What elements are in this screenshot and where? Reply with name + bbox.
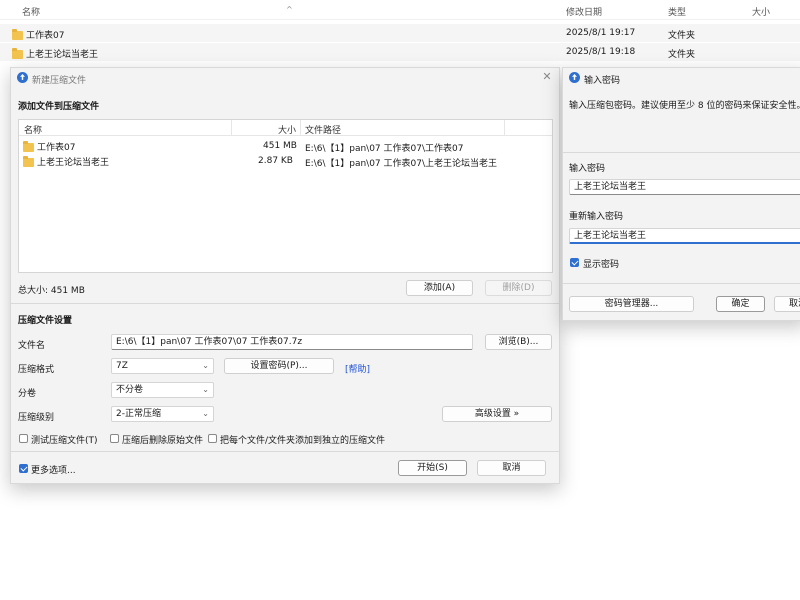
- format-label: 压缩格式: [18, 365, 55, 375]
- test-archive-checkbox[interactable]: [19, 434, 28, 443]
- file-size: 2.87 KB: [258, 156, 293, 166]
- level-select[interactable]: 2-正常压缩 ⌄: [111, 406, 214, 422]
- password-instruction: 输入压缩包密码。建议使用至少 8 位的密码来保证安全性。: [569, 101, 800, 111]
- dialog-title: 新建压缩文件: [32, 76, 87, 86]
- ok-button[interactable]: 确定: [716, 296, 765, 312]
- file-list[interactable]: 名称 大小 文件路径 工作表07 451 MB E:\6\【1】pan\07 工…: [18, 119, 553, 273]
- filename-label: 文件名: [18, 341, 46, 351]
- help-link[interactable]: [帮助]: [345, 362, 370, 375]
- list-col-path[interactable]: 文件路径: [305, 123, 341, 136]
- separate-archives-checkbox[interactable]: [208, 434, 217, 443]
- file-path: E:\6\【1】pan\07 工作表07\上老王论坛当老王: [305, 159, 497, 169]
- chevron-down-icon: ⌄: [202, 385, 209, 394]
- chevron-down-icon: ⌄: [202, 409, 209, 418]
- list-col-name[interactable]: 名称: [24, 123, 42, 136]
- list-item[interactable]: 上老王论坛当老王 2.87 KB E:\6\【1】pan\07 工作表07\上老…: [19, 153, 552, 169]
- sort-caret-icon: ^: [286, 5, 293, 14]
- folder-icon: [12, 48, 23, 59]
- confirm-password-label: 重新输入密码: [569, 212, 624, 222]
- row-modified: 2025/8/1 19:18: [566, 47, 636, 57]
- settings-title: 压缩文件设置: [18, 316, 73, 326]
- password-manager-button[interactable]: 密码管理器...: [569, 296, 694, 312]
- password-titlebar[interactable]: 输入密码: [563, 68, 800, 88]
- confirm-password-input[interactable]: 上老王论坛当老王: [569, 228, 800, 244]
- more-options-checkbox[interactable]: [19, 464, 28, 473]
- test-archive-label: 测试压缩文件(T): [31, 436, 98, 446]
- level-value: 2-正常压缩: [116, 409, 161, 419]
- chevron-down-icon: ⌄: [202, 361, 209, 370]
- folder-icon: [12, 29, 23, 40]
- delete-source-label: 压缩后删除原始文件: [122, 436, 204, 446]
- folder-icon: [23, 141, 34, 152]
- row-type: 文件夹: [668, 50, 696, 60]
- format-select[interactable]: 7Z ⌄: [111, 358, 214, 374]
- row-type: 文件夹: [668, 31, 696, 41]
- explorer-row[interactable]: 工作表07 2025/8/1 19:17 文件夹: [0, 24, 800, 42]
- more-options-label: 更多选项...: [31, 466, 76, 476]
- column-modified[interactable]: 修改日期: [566, 5, 602, 18]
- explorer-column-header: 名称 ^ 修改日期 类型 大小: [0, 0, 800, 20]
- archive-titlebar[interactable]: 新建压缩文件 ✕: [11, 68, 559, 88]
- browse-button[interactable]: 浏览(B)...: [485, 334, 552, 350]
- cancel-button[interactable]: 取消: [477, 460, 546, 476]
- file-list-header: 名称 大小 文件路径: [19, 120, 552, 136]
- new-archive-dialog: 新建压缩文件 ✕ 添加文件到压缩文件 名称 大小 文件路径 工作表07 451 …: [10, 67, 560, 484]
- delete-source-checkbox[interactable]: [110, 434, 119, 443]
- folder-icon: [23, 156, 34, 167]
- filename-input[interactable]: E:\6\【1】pan\07 工作表07\07 工作表07.7z: [111, 334, 473, 350]
- column-name[interactable]: 名称: [22, 5, 40, 18]
- format-value: 7Z: [116, 361, 128, 371]
- explorer-row[interactable]: 上老王论坛当老王 2025/8/1 19:18 文件夹: [0, 43, 800, 61]
- file-size: 451 MB: [263, 141, 297, 151]
- list-item[interactable]: 工作表07 451 MB E:\6\【1】pan\07 工作表07\工作表07: [19, 138, 552, 154]
- split-label: 分卷: [18, 389, 37, 399]
- list-col-size[interactable]: 大小: [278, 123, 296, 136]
- delete-button[interactable]: 删除(D): [485, 280, 552, 296]
- password-dialog-title: 输入密码: [584, 76, 621, 86]
- password-cancel-button[interactable]: 取消: [774, 296, 800, 312]
- start-button[interactable]: 开始(S): [398, 460, 467, 476]
- show-password-checkbox[interactable]: [570, 258, 579, 267]
- split-value: 不分卷: [116, 385, 144, 395]
- row-name: 上老王论坛当老王: [26, 50, 99, 60]
- row-modified: 2025/8/1 19:17: [566, 28, 636, 38]
- file-name: 上老王论坛当老王: [37, 158, 110, 168]
- show-password-label: 显示密码: [583, 260, 620, 270]
- add-button[interactable]: 添加(A): [406, 280, 473, 296]
- column-type[interactable]: 类型: [668, 5, 686, 18]
- level-label: 压缩级别: [18, 413, 55, 423]
- advanced-settings-button[interactable]: 高级设置 »: [442, 406, 552, 422]
- password-dialog: 输入密码 输入压缩包密码。建议使用至少 8 位的密码来保证安全性。 输入密码 上…: [562, 67, 800, 321]
- row-name: 工作表07: [26, 31, 65, 41]
- column-size[interactable]: 大小: [752, 5, 770, 18]
- close-icon[interactable]: ✕: [541, 71, 553, 83]
- file-name: 工作表07: [37, 143, 76, 153]
- app-icon: [569, 72, 580, 83]
- password-label: 输入密码: [569, 164, 606, 174]
- app-icon: [17, 72, 28, 83]
- add-section-title: 添加文件到压缩文件: [18, 102, 100, 112]
- separate-archives-label: 把每个文件/文件夹添加到独立的压缩文件: [220, 436, 386, 446]
- total-size: 总大小: 451 MB: [18, 286, 85, 296]
- split-select[interactable]: 不分卷 ⌄: [111, 382, 214, 398]
- set-password-button[interactable]: 设置密码(P)...: [224, 358, 334, 374]
- password-input[interactable]: 上老王论坛当老王: [569, 179, 800, 195]
